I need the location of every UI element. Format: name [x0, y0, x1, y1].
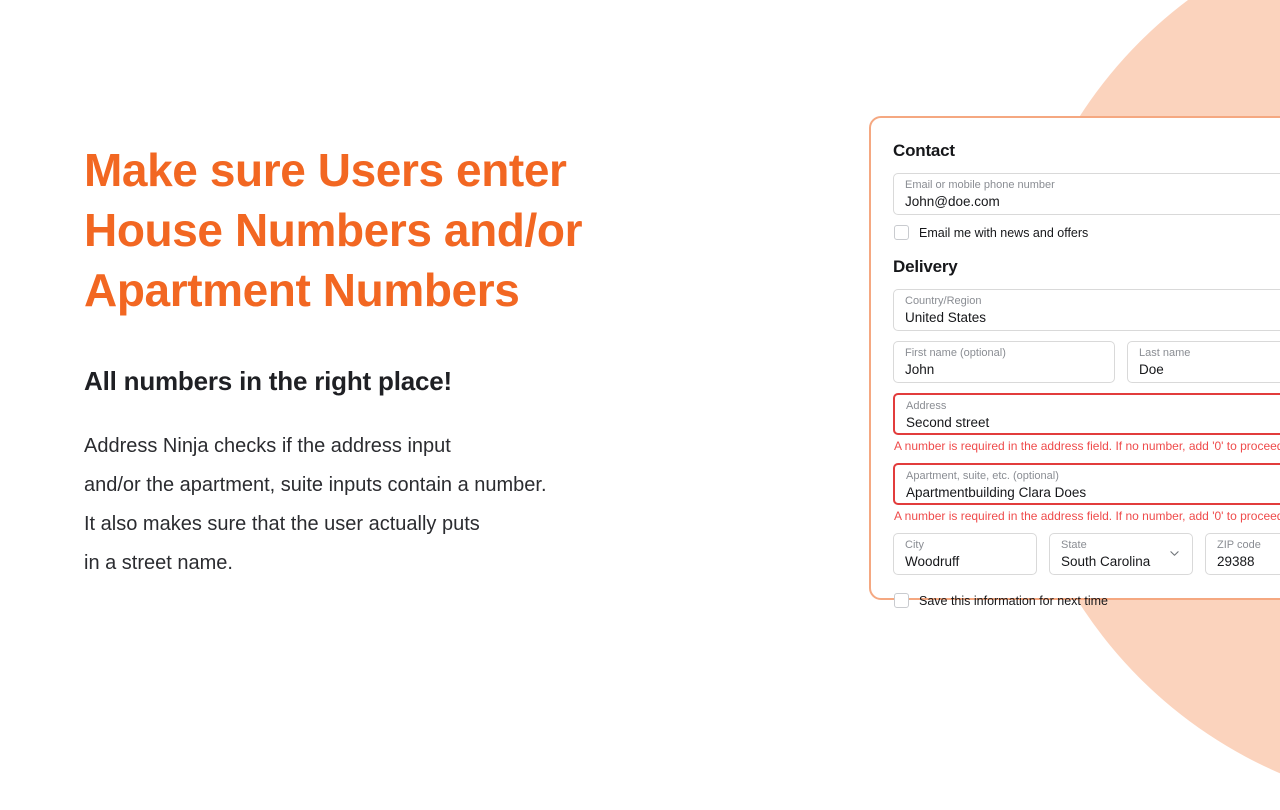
address-error-message: A number is required in the address fiel… [894, 439, 1280, 453]
headline-line-3: Apartment Numbers [84, 264, 520, 316]
marketing-column: Make sure Users enter House Numbers and/… [84, 140, 784, 583]
page-title: Make sure Users enter House Numbers and/… [84, 140, 784, 320]
first-name-label: First name (optional) [905, 347, 1006, 359]
email-field[interactable]: Email or mobile phone number John@doe.co… [893, 173, 1280, 215]
newsletter-checkbox[interactable] [894, 225, 909, 240]
newsletter-checkbox-label: Email me with news and offers [919, 225, 1089, 240]
country-region-value: United States [905, 310, 987, 325]
apartment-value: Apartmentbuilding Clara Does [906, 485, 1087, 500]
body-line-2: and/or the apartment, suite inputs conta… [84, 474, 547, 496]
save-info-checkbox[interactable] [894, 593, 909, 608]
address-label: Address [906, 400, 947, 412]
first-name-field[interactable]: First name (optional) John [893, 341, 1115, 383]
last-name-label: Last name [1139, 347, 1191, 359]
city-label: City [905, 539, 924, 551]
address-field[interactable]: Address Second street [893, 393, 1280, 435]
last-name-field[interactable]: Last name Doe [1127, 341, 1280, 383]
state-select[interactable]: State South Carolina [1049, 533, 1193, 575]
country-region-select[interactable]: Country/Region United States [893, 289, 1280, 331]
city-state-zip-row: City Woodruff State South Carolina ZIP c… [893, 533, 1280, 585]
country-region-label: Country/Region [905, 295, 982, 307]
city-field[interactable]: City Woodruff [893, 533, 1037, 575]
first-name-value: John [905, 362, 935, 377]
subheadline: All numbers in the right place! [84, 366, 452, 396]
contact-section-title: Contact [893, 141, 955, 160]
apartment-field[interactable]: Apartment, suite, etc. (optional) Apartm… [893, 463, 1280, 505]
newsletter-checkbox-row[interactable]: Email me with news and offers [894, 225, 1280, 240]
body-copy: Address Ninja checks if the address inpu… [84, 427, 784, 583]
checkout-form-card: Contact Email or mobile phone number Joh… [869, 116, 1280, 608]
state-value: South Carolina [1061, 554, 1151, 569]
zip-code-value: 29388 [1217, 554, 1255, 569]
body-line-1: Address Ninja checks if the address inpu… [84, 435, 451, 457]
email-field-label: Email or mobile phone number [905, 179, 1055, 191]
city-value: Woodruff [905, 554, 960, 569]
body-line-4: in a street name. [84, 552, 233, 574]
address-value: Second street [906, 415, 990, 430]
state-label: State [1061, 539, 1087, 551]
delivery-section-title: Delivery [893, 257, 958, 276]
headline-line-2: House Numbers and/or [84, 204, 583, 256]
email-field-value: John@doe.com [905, 194, 1000, 209]
body-line-3: It also makes sure that the user actuall… [84, 513, 480, 535]
name-row: First name (optional) John Last name Doe [893, 341, 1280, 393]
save-info-checkbox-label: Save this information for next time [919, 593, 1108, 608]
apartment-label: Apartment, suite, etc. (optional) [906, 470, 1059, 482]
zip-code-label: ZIP code [1217, 539, 1261, 551]
headline-line-1: Make sure Users enter [84, 144, 567, 196]
last-name-value: Doe [1139, 362, 1164, 377]
apartment-error-message: A number is required in the address fiel… [894, 509, 1280, 523]
zip-code-field[interactable]: ZIP code 29388 [1205, 533, 1280, 575]
save-info-checkbox-row[interactable]: Save this information for next time [894, 593, 1280, 608]
